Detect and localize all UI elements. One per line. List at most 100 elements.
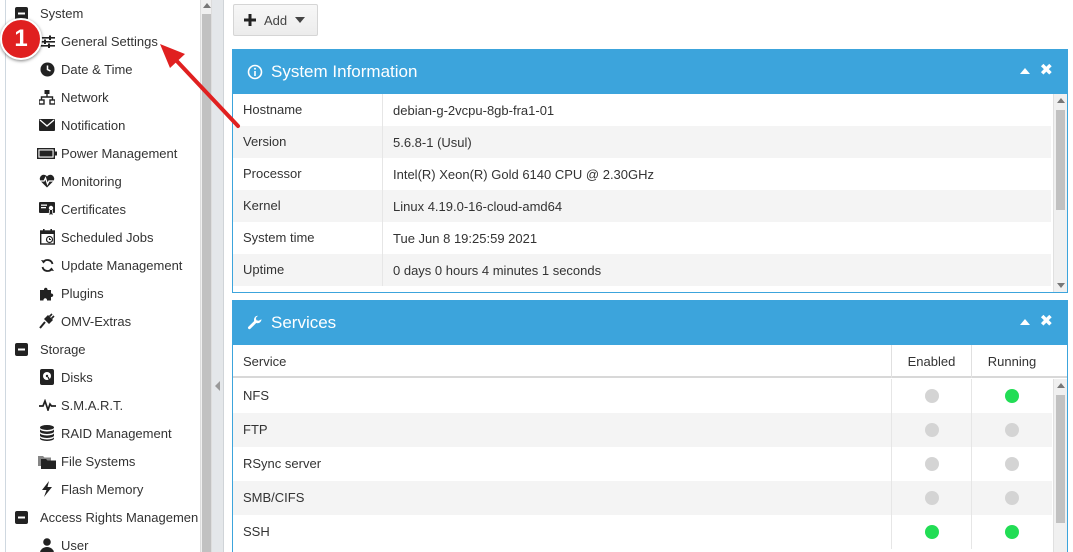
scroll-up-icon[interactable] (203, 3, 211, 8)
property-value: Tue Jun 8 19:25:59 2021 (393, 230, 538, 246)
puzzle-icon (36, 284, 58, 302)
property-name: Hostname (233, 94, 383, 126)
info-circle-icon (247, 64, 263, 80)
sysinfo-scrollbar[interactable] (1053, 94, 1067, 292)
collapse-left-icon[interactable] (215, 381, 220, 391)
enabled-cell (892, 447, 972, 481)
table-row[interactable]: RSync server (233, 447, 1052, 481)
sidebar-item[interactable]: Power Management (6, 139, 200, 167)
sidebar-item[interactable]: Notification (6, 111, 200, 139)
sidebar-item-label: User (61, 537, 89, 552)
sidebar-item[interactable]: Disks (6, 363, 200, 391)
plus-icon (244, 14, 256, 26)
scroll-up-icon[interactable] (1057, 98, 1065, 103)
sidebar-item-label: RAID Management (61, 425, 172, 441)
panel-title: System Information (271, 62, 418, 81)
status-dot-icon (1005, 525, 1019, 539)
table-row[interactable]: Version 5.6.8-1 (Usul) (233, 126, 1051, 158)
sidebar-splitter[interactable] (212, 0, 224, 552)
table-row[interactable]: Hostname debian-g-2vcpu-8gb-fra1-01 (233, 94, 1051, 126)
sidebar-item[interactable]: General Settings (6, 27, 200, 55)
sidebar-item[interactable]: Flash Memory (6, 475, 200, 503)
sidebar-item[interactable]: RAID Management (6, 419, 200, 447)
table-row[interactable]: NFS (233, 379, 1052, 413)
clock-icon (36, 60, 58, 78)
sidebar-item[interactable]: OMV-Extras (6, 307, 200, 335)
enabled-cell (892, 481, 972, 515)
sidebar-item[interactable]: Plugins (6, 279, 200, 307)
service-name: NFS (233, 379, 892, 413)
envelope-icon (36, 116, 58, 134)
services-panel: Services ✖ Service Enabled Running NFS FT… (232, 300, 1068, 552)
close-icon[interactable]: ✖ (1040, 63, 1053, 79)
sidebar-item-label: S.M.A.R.T. (61, 397, 124, 413)
panel-title: Services (271, 313, 337, 332)
sidebar-item[interactable]: User (6, 531, 200, 552)
tree-group[interactable]: Storage (6, 335, 200, 363)
add-button[interactable]: Add (233, 4, 318, 36)
property-value: 5.6.8-1 (Usul) (393, 134, 472, 150)
hdd-icon (36, 368, 58, 386)
sidebar-scrollbar[interactable] (200, 0, 212, 552)
table-row[interactable]: SSH (233, 515, 1052, 549)
service-name: FTP (233, 413, 892, 447)
sidebar-item[interactable]: Scheduled Jobs (6, 223, 200, 251)
sidebar-item[interactable]: File Systems (6, 447, 200, 475)
collapse-icon[interactable] (1019, 319, 1030, 325)
enabled-cell (892, 413, 972, 447)
property-name: Kernel (233, 190, 383, 222)
collapse-icon[interactable] (1019, 68, 1030, 74)
navigation-tree: System General Settings Date & Time Network… (5, 0, 200, 552)
sidebar-item[interactable]: Network (6, 83, 200, 111)
calendar-icon (36, 228, 58, 246)
services-scrollbar[interactable] (1053, 379, 1067, 552)
enabled-cell (892, 515, 972, 549)
table-row[interactable]: System time Tue Jun 8 19:25:59 2021 (233, 222, 1051, 254)
running-cell (972, 413, 1052, 447)
sidebar-item[interactable]: Monitoring (6, 167, 200, 195)
service-name: SMB/CIFS (233, 481, 892, 515)
minus-square-icon[interactable] (10, 340, 32, 358)
network-icon (36, 88, 58, 106)
system-information-panel: System Information ✖ Hostname debian-g-2v… (232, 49, 1068, 293)
database-icon (36, 424, 58, 442)
status-dot-icon (1005, 491, 1019, 505)
table-row[interactable]: FTP (233, 413, 1052, 447)
scroll-up-icon[interactable] (1057, 383, 1065, 388)
sidebar-item-label: General Settings (61, 33, 158, 49)
minus-square-icon[interactable] (10, 4, 32, 22)
panel-header: Services ✖ (233, 301, 1067, 345)
toolbar: Add (224, 0, 1073, 44)
certificate-icon (36, 200, 58, 218)
scroll-thumb[interactable] (1056, 110, 1065, 210)
services-grid: NFS FTP RSync server SMB/CIFS SSH (233, 379, 1067, 552)
sidebar-item-label: Monitoring (61, 173, 122, 189)
column-header-enabled[interactable]: Enabled (892, 345, 972, 378)
status-dot-icon (1005, 423, 1019, 437)
close-icon[interactable]: ✖ (1040, 314, 1053, 330)
scroll-thumb[interactable] (1056, 395, 1065, 523)
sidebar-item[interactable]: Date & Time (6, 55, 200, 83)
column-header-running[interactable]: Running (972, 345, 1052, 378)
flash-icon (36, 480, 58, 498)
status-dot-icon (1005, 457, 1019, 471)
sidebar-scroll-thumb[interactable] (202, 14, 211, 552)
table-row[interactable]: Kernel Linux 4.19.0-16-cloud-amd64 (233, 190, 1051, 222)
sidebar-item-label: OMV-Extras (61, 313, 132, 329)
scroll-down-icon[interactable] (1057, 283, 1065, 288)
tree-group[interactable]: Access Rights Managemen (6, 503, 200, 531)
tree-group[interactable]: System (6, 0, 200, 27)
table-row[interactable]: Uptime 0 days 0 hours 4 minutes 1 seconds (233, 254, 1051, 286)
table-row[interactable]: SMB/CIFS (233, 481, 1052, 515)
minus-square-icon[interactable] (10, 508, 32, 526)
property-name: Version (233, 126, 383, 158)
sidebar-item[interactable]: Update Management (6, 251, 200, 279)
column-header-service[interactable]: Service (233, 345, 892, 378)
sidebar-item[interactable]: S.M.A.R.T. (6, 391, 200, 419)
panel-header: System Information ✖ (233, 50, 1067, 94)
sidebar-item-label: Update Management (61, 257, 183, 273)
sidebar-item[interactable]: Certificates (6, 195, 200, 223)
add-button-label: Add (264, 12, 288, 28)
sliders-icon (36, 32, 58, 50)
table-row[interactable]: Processor Intel(R) Xeon(R) Gold 6140 CPU … (233, 158, 1051, 190)
